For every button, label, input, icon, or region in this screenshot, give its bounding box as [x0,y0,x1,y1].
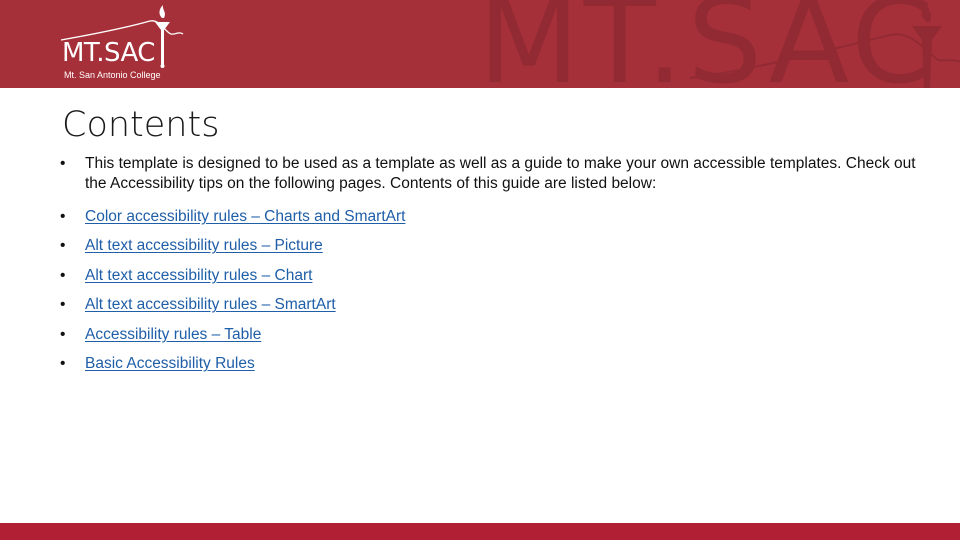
slide-title: Contents [62,105,220,145]
list-item: • Color accessibility rules – Charts and… [58,202,918,232]
bullet-icon: • [60,155,66,172]
intro-paragraph: • This template is designed to be used a… [58,154,918,194]
list-item: • Alt text accessibility rules – Chart [58,261,918,291]
logo-main-text: MT.SAC [62,38,155,68]
list-item: • Alt text accessibility rules – SmartAr… [58,291,918,321]
bullet-icon: • [60,237,66,255]
footer-bar [0,523,960,540]
link-alt-text-chart[interactable]: Alt text accessibility rules – Chart [85,267,312,285]
link-alt-text-picture[interactable]: Alt text accessibility rules – Picture [85,237,323,255]
intro-text: This template is designed to be used as … [85,155,916,192]
bullet-icon: • [60,355,66,373]
mtsac-logo: MT.SAC Mt. San Antonio College [55,4,195,84]
bullet-icon: • [60,296,66,314]
logo-subtitle: Mt. San Antonio College [64,70,161,80]
bullet-icon: • [60,207,66,225]
link-table-rules[interactable]: Accessibility rules – Table [85,326,261,344]
list-item: • Basic Accessibility Rules [58,350,918,380]
link-color-accessibility[interactable]: Color accessibility rules – Charts and S… [85,208,405,226]
header-banner: MT.SAC MT.SAC Mt. San Antonio College [0,0,960,88]
watermark-torch-icon [690,2,960,88]
bullet-icon: • [60,325,66,343]
list-item: • Alt text accessibility rules – Picture [58,232,918,262]
link-alt-text-smartart[interactable]: Alt text accessibility rules – SmartArt [85,296,336,314]
link-basic-rules[interactable]: Basic Accessibility Rules [85,355,255,373]
bullet-icon: • [60,266,66,284]
list-item: • Accessibility rules – Table [58,320,918,350]
contents-link-list: • Color accessibility rules – Charts and… [58,202,918,379]
slide-body: • This template is designed to be used a… [58,154,918,379]
